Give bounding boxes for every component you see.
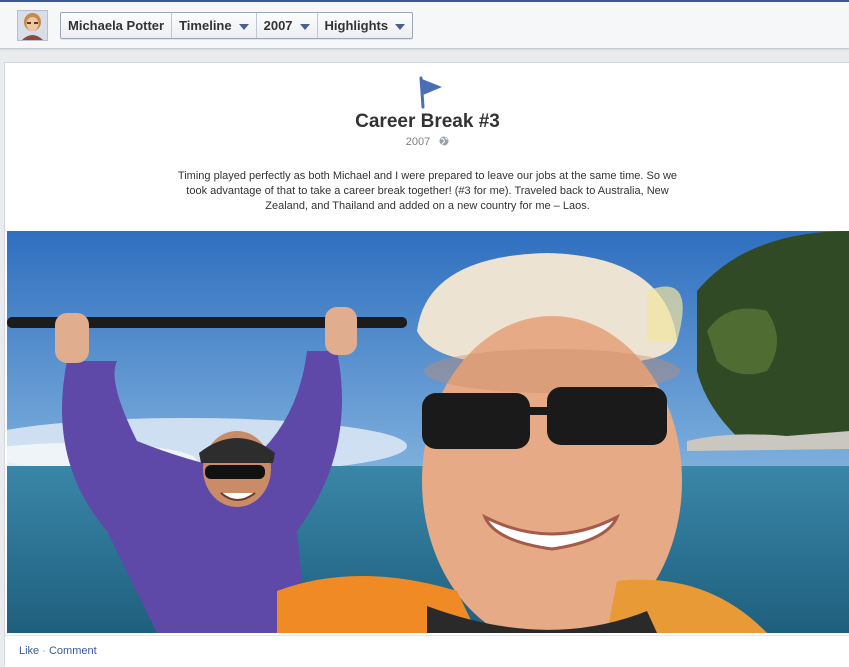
breadcrumb: Michaela Potter Timeline 2007 Highlights bbox=[60, 12, 414, 39]
chevron-down-icon bbox=[238, 23, 249, 30]
breadcrumb-profile[interactable]: Michaela Potter bbox=[61, 13, 173, 38]
action-separator: · bbox=[42, 645, 46, 657]
flag-icon bbox=[419, 76, 442, 109]
action-links: Like · Comment bbox=[19, 645, 97, 657]
kayak-selfie-photo bbox=[7, 231, 849, 633]
event-title: Career Break #3 bbox=[355, 111, 500, 132]
chevron-down-icon bbox=[299, 23, 310, 30]
event-meta: 2007 bbox=[5, 136, 849, 148]
breadcrumb-timeline-label: Timeline bbox=[179, 18, 232, 33]
breadcrumb-timeline[interactable]: Timeline bbox=[172, 13, 257, 38]
globe-icon[interactable] bbox=[439, 136, 449, 146]
profile-photo bbox=[18, 11, 47, 40]
event-year[interactable]: 2007 bbox=[406, 136, 430, 148]
event-footer: Like · Comment bbox=[5, 635, 849, 667]
breadcrumb-highlights[interactable]: Highlights bbox=[318, 13, 413, 38]
event-photo[interactable] bbox=[7, 231, 849, 633]
like-link[interactable]: Like bbox=[19, 645, 39, 657]
breadcrumb-year[interactable]: 2007 bbox=[257, 13, 318, 38]
event-description: Timing played perfectly as both Michael … bbox=[177, 170, 678, 212]
breadcrumb-year-label: 2007 bbox=[263, 18, 293, 33]
life-event-card: Career Break #3 2007 Timing played perfe… bbox=[4, 62, 849, 667]
breadcrumb-highlights-label: Highlights bbox=[324, 18, 389, 33]
breadcrumb-profile-label: Michaela Potter bbox=[68, 18, 165, 33]
comment-link[interactable]: Comment bbox=[49, 645, 97, 657]
avatar[interactable] bbox=[17, 10, 48, 41]
chevron-down-icon bbox=[395, 23, 406, 30]
top-navigation-bar: Michaela Potter Timeline 2007 Highlights bbox=[0, 0, 849, 49]
